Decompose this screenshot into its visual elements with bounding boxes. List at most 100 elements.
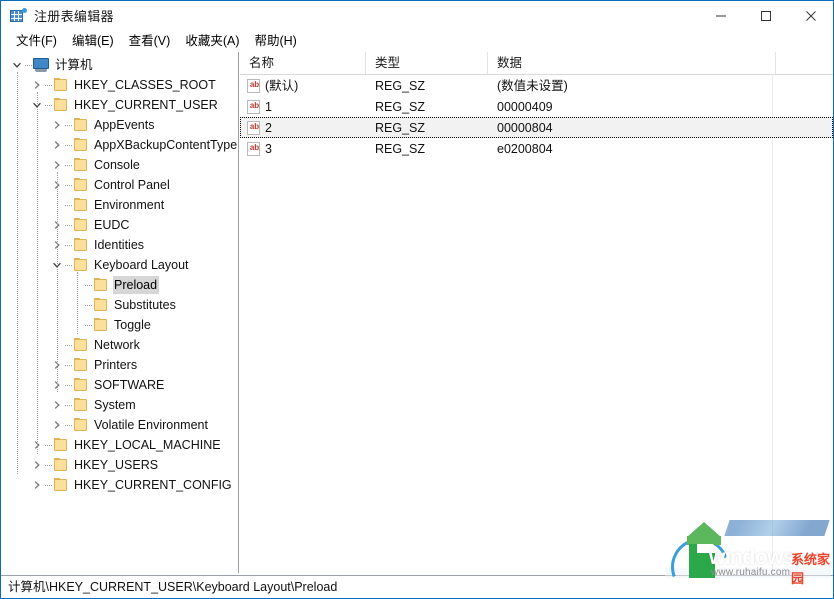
tree-item-label: Substitutes <box>113 296 178 314</box>
tree-connector <box>65 245 72 246</box>
chevron-right-icon[interactable] <box>49 415 65 435</box>
value-type-cell: REG_SZ <box>366 141 488 157</box>
tree-connector <box>65 145 72 146</box>
value-data-cell: 00000409 <box>488 99 776 115</box>
chevron-right-icon[interactable] <box>49 135 65 155</box>
tree-connector <box>65 365 72 366</box>
folder-icon <box>93 278 109 292</box>
chevron-right-icon[interactable] <box>29 475 45 495</box>
tree-item-label: HKEY_CURRENT_CONFIG <box>73 476 234 494</box>
column-header-filler <box>776 52 833 74</box>
table-row[interactable]: 2REG_SZ00000804 <box>240 117 833 138</box>
tree-connector <box>45 85 52 86</box>
computer-icon <box>33 58 50 73</box>
tree-connector <box>45 445 52 446</box>
menu-favorites[interactable]: 收藏夹(A) <box>178 31 247 51</box>
folder-icon <box>53 78 69 92</box>
tree-connector <box>65 425 72 426</box>
menu-edit[interactable]: 编辑(E) <box>65 31 122 51</box>
value-data-cell: 00000804 <box>488 120 776 136</box>
tree-item-label: Volatile Environment <box>93 416 210 434</box>
tree-item-hkey-users[interactable]: HKEY_USERS <box>1 455 238 475</box>
table-row[interactable]: (默认)REG_SZ(数值未设置) <box>240 75 833 96</box>
tree-connector <box>65 205 72 206</box>
value-data-cell: e0200804 <box>488 141 776 157</box>
tree-item-label: Console <box>93 156 142 174</box>
window-title: 注册表编辑器 <box>34 6 114 25</box>
window-controls <box>698 1 833 30</box>
tree-connector <box>45 105 52 106</box>
list-header[interactable]: 名称 类型 数据 <box>240 52 833 75</box>
tree-guide-line <box>77 272 78 334</box>
folder-icon <box>73 358 89 372</box>
tree-item-label: Toggle <box>113 316 153 334</box>
tree-item-hkey-current-config[interactable]: HKEY_CURRENT_CONFIG <box>1 475 238 495</box>
menu-view[interactable]: 查看(V) <box>122 31 179 51</box>
string-value-icon <box>247 121 260 135</box>
tree-item-label: Environment <box>93 196 166 214</box>
values-list: (默认)REG_SZ(数值未设置)1REG_SZ000004092REG_SZ0… <box>240 75 833 159</box>
status-bar: 计算机\HKEY_CURRENT_USER\Keyboard Layout\Pr… <box>1 575 833 598</box>
table-row[interactable]: 3 REG_SZe0200804 <box>240 138 833 159</box>
value-name-cell: 1 <box>241 99 366 115</box>
menu-help[interactable]: 帮助(H) <box>247 31 304 51</box>
folder-icon <box>73 398 89 412</box>
tree-item-[interactable]: 计算机 <box>1 55 238 75</box>
tree-item-label: Preload <box>113 276 159 294</box>
menu-file[interactable]: 文件(F) <box>9 31 65 51</box>
string-value-icon <box>247 79 260 93</box>
tree-connector <box>85 285 92 286</box>
tree-item-label: Identities <box>93 236 146 254</box>
chevron-right-icon[interactable] <box>29 455 45 475</box>
folder-icon <box>53 98 69 112</box>
column-header-data[interactable]: 数据 <box>488 52 776 74</box>
value-name-cell: 3 <box>241 141 366 157</box>
table-row[interactable]: 1REG_SZ00000409 <box>240 96 833 117</box>
chevron-right-icon[interactable] <box>49 395 65 415</box>
folder-icon <box>73 238 89 252</box>
tree-connector <box>25 65 32 66</box>
registry-values-pane[interactable]: 名称 类型 数据 (默认)REG_SZ(数值未设置)1REG_SZ0000040… <box>240 52 833 573</box>
tree-connector <box>65 345 72 346</box>
tree-item-label: Control Panel <box>93 176 172 194</box>
tree-item-label: 计算机 <box>54 56 95 74</box>
folder-icon <box>73 338 89 352</box>
column-header-type[interactable]: 类型 <box>366 52 488 74</box>
value-name-text: (默认) <box>265 78 298 94</box>
folder-icon <box>93 318 109 332</box>
menu-bar: 文件(F) 编辑(E) 查看(V) 收藏夹(A) 帮助(H) <box>1 30 833 52</box>
folder-icon <box>53 478 69 492</box>
tree-item-label: Keyboard Layout <box>93 256 191 274</box>
tree-connector <box>65 225 72 226</box>
tree-connector <box>65 125 72 126</box>
tree-guide-line <box>37 92 38 454</box>
tree-item-label: Printers <box>93 356 139 374</box>
tree-connector <box>65 265 72 266</box>
tree-guide-line <box>57 172 58 392</box>
column-header-name[interactable]: 名称 <box>240 52 366 74</box>
folder-icon <box>73 218 89 232</box>
folder-icon <box>73 378 89 392</box>
tree-item-label: Network <box>93 336 142 354</box>
chevron-right-icon[interactable] <box>49 115 65 135</box>
tree-connector <box>85 325 92 326</box>
folder-icon <box>73 118 89 132</box>
value-name-text: 3 <box>265 141 272 157</box>
status-path: 计算机\HKEY_CURRENT_USER\Keyboard Layout\Pr… <box>1 579 337 595</box>
tree-connector <box>65 385 72 386</box>
string-value-icon <box>247 100 260 114</box>
folder-icon <box>53 458 69 472</box>
maximize-button[interactable] <box>743 1 788 30</box>
value-type-cell: REG_SZ <box>366 99 488 115</box>
folder-icon <box>73 158 89 172</box>
title-bar[interactable]: 注册表编辑器 <box>1 1 833 30</box>
value-name-cell: (默认) <box>241 78 366 94</box>
tree-connector <box>65 405 72 406</box>
minimize-button[interactable] <box>698 1 743 30</box>
tree-connector <box>45 465 52 466</box>
tree-item-label: AppEvents <box>93 116 156 134</box>
value-data-cell: (数值未设置) <box>488 78 776 94</box>
tree-connector <box>65 165 72 166</box>
close-button[interactable] <box>788 1 833 30</box>
registry-tree-pane[interactable]: 计算机HKEY_CLASSES_ROOTHKEY_CURRENT_USERApp… <box>1 52 239 573</box>
